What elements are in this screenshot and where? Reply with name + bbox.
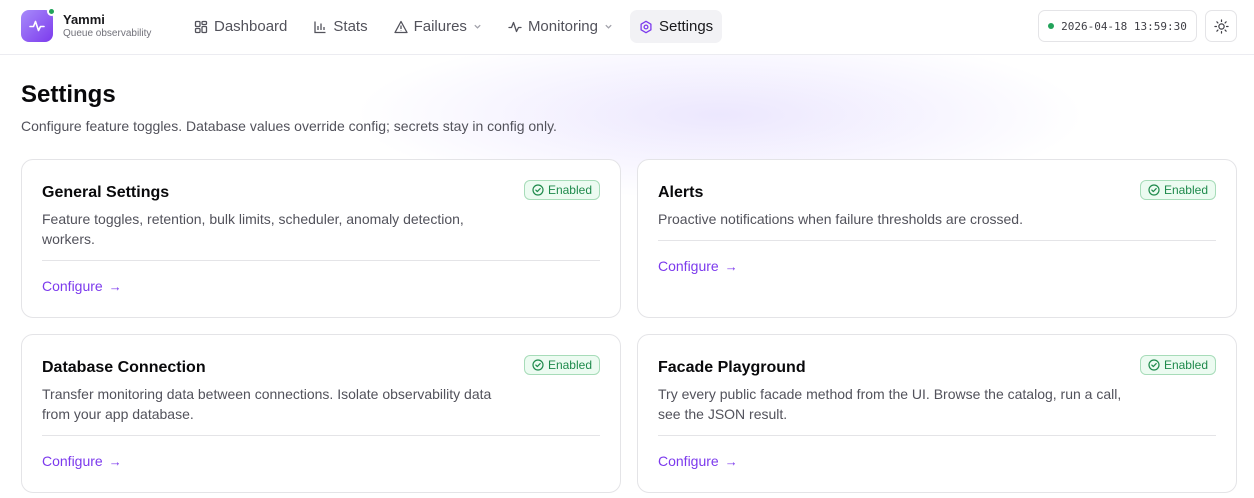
card-description: Try every public facade method from the …: [658, 386, 1122, 422]
clock-text: 2026-04-18 13:59:30: [1061, 19, 1187, 33]
nav-label: Dashboard: [214, 18, 288, 35]
nav-item-stats[interactable]: Stats: [304, 10, 376, 43]
arrow-right-icon: →: [724, 258, 738, 274]
status-badge: Enabled: [523, 180, 600, 200]
brand[interactable]: Yammi Queue observability: [21, 7, 152, 42]
settings-card-facade-playground: Facade Playground Enabled Try every publ…: [637, 334, 1237, 493]
nav-item-settings[interactable]: Settings: [629, 10, 723, 43]
main-nav: Dashboard Stats Failures Monitoring Sett…: [185, 10, 730, 43]
settings-card-alerts: Alerts Enabled Proactive notifications w…: [637, 159, 1237, 318]
badge-label: Enabled: [1163, 358, 1208, 372]
card-description: Feature toggles, retention, bulk limits,…: [42, 211, 464, 247]
card-divider: [42, 435, 600, 436]
check-circle-icon: [1148, 359, 1160, 371]
configure-label: Configure: [658, 258, 719, 274]
configure-label: Configure: [42, 453, 103, 469]
arrow-right-icon: →: [724, 453, 738, 469]
card-divider: [658, 435, 1216, 436]
warning-icon: [393, 20, 408, 33]
logo-icon: [21, 7, 56, 42]
card-divider: [658, 240, 1216, 241]
status-badge: Enabled: [1139, 355, 1216, 375]
nav-item-monitoring[interactable]: Monitoring: [499, 10, 622, 43]
nav-item-failures[interactable]: Failures: [385, 10, 491, 43]
card-title: Database Connection: [42, 359, 206, 376]
nav-label: Settings: [658, 18, 714, 35]
chevron-down-icon: [605, 24, 612, 29]
settings-card-general: General Settings Enabled Feature toggles…: [21, 159, 621, 318]
check-circle-icon: [532, 359, 544, 371]
nav-label: Failures: [413, 18, 467, 35]
card-description: Transfer monitoring data between connect…: [42, 386, 492, 422]
card-divider: [42, 260, 600, 261]
brand-name: Yammi: [63, 12, 105, 27]
page-description: Configure feature toggles. Database valu…: [21, 118, 557, 134]
page-title: Settings: [21, 81, 116, 108]
dashboard-icon: [194, 20, 208, 33]
arrow-right-icon: →: [108, 278, 122, 294]
live-indicator-dot: [1048, 23, 1055, 29]
card-title: General Settings: [42, 184, 170, 201]
arrow-right-icon: →: [108, 453, 122, 469]
card-description: Proactive notifications when failure thr…: [658, 211, 1023, 227]
clock-display: 2026-04-18 13:59:30: [1038, 10, 1197, 42]
badge-label: Enabled: [1163, 183, 1208, 197]
status-dot: [47, 7, 56, 16]
configure-link[interactable]: Configure →: [42, 453, 122, 469]
status-badge: Enabled: [1139, 180, 1216, 200]
configure-label: Configure: [658, 453, 719, 469]
status-badge: Enabled: [523, 355, 600, 375]
settings-card-database: Database Connection Enabled Transfer mon…: [21, 334, 621, 493]
badge-label: Enabled: [547, 183, 592, 197]
configure-link[interactable]: Configure →: [42, 278, 122, 294]
gear-icon: [640, 20, 652, 33]
configure-link[interactable]: Configure →: [658, 453, 738, 469]
brand-subtitle: Queue observability: [63, 28, 152, 39]
chevron-down-icon: [474, 24, 481, 29]
bar-chart-icon: [314, 21, 326, 33]
check-circle-icon: [1148, 184, 1160, 196]
configure-link[interactable]: Configure →: [658, 258, 738, 274]
sun-icon: [1213, 18, 1229, 34]
card-title: Facade Playground: [658, 359, 806, 376]
badge-label: Enabled: [547, 358, 592, 372]
activity-icon: [508, 21, 522, 32]
theme-toggle-button[interactable]: [1205, 10, 1237, 42]
configure-label: Configure: [42, 278, 103, 294]
nav-label: Monitoring: [527, 18, 598, 35]
card-title: Alerts: [658, 184, 704, 201]
nav-label: Stats: [333, 18, 368, 35]
nav-item-dashboard[interactable]: Dashboard: [185, 10, 296, 43]
check-circle-icon: [532, 184, 544, 196]
top-navbar: Yammi Queue observability Dashboard Stat…: [0, 0, 1254, 55]
